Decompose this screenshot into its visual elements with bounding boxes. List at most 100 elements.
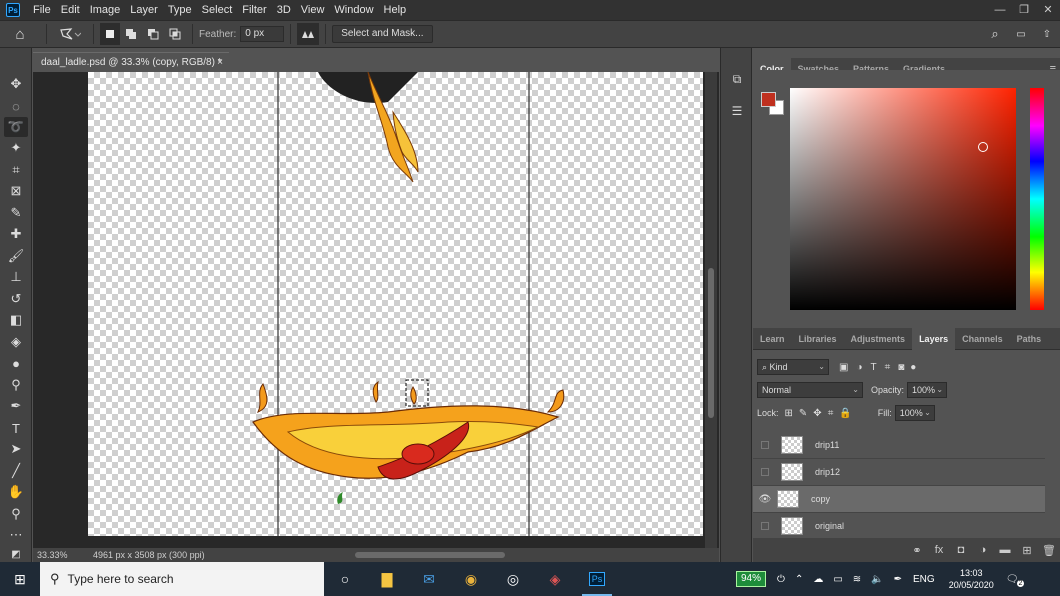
language-indicator[interactable]: ENG xyxy=(913,574,935,585)
line-tool-icon[interactable]: ╱ xyxy=(4,461,28,481)
chrome-icon[interactable]: ◉ xyxy=(450,562,492,596)
chevron-up-icon[interactable]: ⌃ xyxy=(795,574,803,585)
scroll-thumb[interactable] xyxy=(355,552,505,558)
workspace-icon[interactable]: ▭ xyxy=(1008,23,1034,45)
more-tools-icon[interactable]: ⋯ xyxy=(4,525,28,545)
windows-start-icon[interactable]: ⊞ xyxy=(0,562,40,596)
layer-row[interactable]: drip12 xyxy=(753,459,1045,486)
tab-paths[interactable]: Paths xyxy=(1010,328,1049,350)
taskbar-search[interactable]: ⚲ Type here to search xyxy=(40,562,324,596)
history-brush-tool-icon[interactable]: ↺ xyxy=(4,289,28,309)
menu-image[interactable]: Image xyxy=(85,0,126,20)
scroll-thumb[interactable] xyxy=(708,268,714,418)
vertical-scrollbar[interactable] xyxy=(705,72,717,548)
horizontal-scrollbar[interactable] xyxy=(240,550,704,560)
blur-tool-icon[interactable]: ● xyxy=(4,353,28,373)
layer-style-icon[interactable]: fx xyxy=(928,544,950,556)
smart-object-filter-icon[interactable]: ◙ xyxy=(898,362,904,373)
notifications-icon[interactable]: 🗨 2 xyxy=(1006,574,1025,587)
add-selection-icon[interactable] xyxy=(120,23,142,45)
new-selection-icon[interactable] xyxy=(100,23,120,45)
file-explorer-icon[interactable]: ▇ xyxy=(366,562,408,596)
close-icon[interactable]: ✕ xyxy=(1036,0,1060,20)
magic-wand-tool-icon[interactable]: ✦ xyxy=(4,138,28,158)
wifi-icon[interactable]: ≋ xyxy=(853,574,861,585)
home-icon[interactable]: ⌂ xyxy=(0,23,40,45)
menu-filter[interactable]: Filter xyxy=(237,0,271,20)
healing-brush-tool-icon[interactable]: ✚ xyxy=(4,224,28,244)
eyedropper-tool-icon[interactable]: ✎ xyxy=(4,203,28,223)
move-tool-icon[interactable]: ✥ xyxy=(4,74,28,94)
menu-select[interactable]: Select xyxy=(197,0,238,20)
lock-position-icon[interactable]: ✥ xyxy=(813,408,821,419)
eye-icon[interactable]: 👁 xyxy=(753,494,777,505)
tab-adjustments[interactable]: Adjustments xyxy=(844,328,913,350)
menu-help[interactable]: Help xyxy=(379,0,412,20)
visibility-toggle[interactable] xyxy=(761,468,769,476)
blend-mode-dropdown[interactable]: Normal ⌄ xyxy=(757,382,863,398)
task-view-icon[interactable]: ○ xyxy=(324,562,366,596)
layer-row[interactable]: original xyxy=(753,513,1045,540)
shape-filter-icon[interactable]: ⌗ xyxy=(885,362,891,373)
share-icon[interactable]: ⇧ xyxy=(1034,23,1060,45)
power-icon[interactable]: ⏻ xyxy=(777,574,785,585)
paint-bucket-tool-icon[interactable]: ◈ xyxy=(4,332,28,352)
menu-layer[interactable]: Layer xyxy=(125,0,163,20)
layer-row[interactable]: drip11 xyxy=(753,432,1045,459)
game-app-icon[interactable]: ◈ xyxy=(534,562,576,596)
type-filter-icon[interactable]: T xyxy=(871,362,877,373)
feather-input[interactable]: 0 px xyxy=(240,26,285,42)
restore-icon[interactable]: ❐ xyxy=(1012,0,1036,20)
menu-3d[interactable]: 3D xyxy=(272,0,296,20)
layer-name[interactable]: copy xyxy=(811,494,830,504)
eraser-tool-icon[interactable]: ◧ xyxy=(4,310,28,330)
path-selection-tool-icon[interactable]: ➤ xyxy=(4,439,28,459)
mail-icon[interactable]: ✉ xyxy=(408,562,450,596)
document-canvas[interactable] xyxy=(88,72,703,536)
new-layer-icon[interactable]: ⊞ xyxy=(1016,544,1038,557)
properties-panel-icon[interactable]: ☰ xyxy=(725,100,749,122)
document-tab[interactable]: daal_ladle.psd @ 33.3% (copy, RGB/8) * × xyxy=(33,52,229,71)
filter-toggle-icon[interactable]: ● xyxy=(910,362,916,373)
opacity-input[interactable]: 100% ⌄ xyxy=(907,382,948,398)
anti-alias-icon[interactable] xyxy=(297,23,320,45)
menu-type[interactable]: Type xyxy=(163,0,197,20)
brush-tool-icon[interactable]: 🖌 xyxy=(4,246,28,266)
clone-stamp-tool-icon[interactable]: ⊥ xyxy=(4,267,28,287)
tab-layers[interactable]: Layers xyxy=(912,327,956,350)
fill-input[interactable]: 100% ⌄ xyxy=(894,405,935,421)
select-and-mask-button[interactable]: Select and Mask... xyxy=(332,25,433,43)
cloud-icon[interactable]: ☁ xyxy=(813,574,823,585)
crop-tool-icon[interactable]: ⌗ xyxy=(4,160,28,180)
battery-indicator[interactable]: 94% xyxy=(736,571,767,587)
lock-transparency-icon[interactable]: ⊞ xyxy=(785,408,793,419)
dodge-tool-icon[interactable]: ⚲ xyxy=(4,375,28,395)
lock-all-icon[interactable]: 🔒 xyxy=(839,408,851,419)
layer-row[interactable]: 👁 copy xyxy=(753,486,1045,513)
menu-window[interactable]: Window xyxy=(329,0,378,20)
photoshop-logo-icon[interactable]: Ps xyxy=(6,3,20,17)
lock-artboard-icon[interactable]: ⌗ xyxy=(828,408,834,419)
search-icon[interactable]: ⌕ xyxy=(982,23,1008,45)
lasso-tool-icon[interactable]: ➰ xyxy=(4,117,28,137)
image-filter-icon[interactable]: ▣ xyxy=(839,362,848,373)
history-panel-icon[interactable]: ⧉ xyxy=(725,68,749,90)
tab-channels[interactable]: Channels xyxy=(955,328,1010,350)
minimize-icon[interactable]: — xyxy=(988,0,1012,20)
layer-name[interactable]: original xyxy=(815,521,844,531)
media-app-icon[interactable]: ◎ xyxy=(492,562,534,596)
color-swatches-icon[interactable]: ◩ xyxy=(4,544,28,564)
menu-view[interactable]: View xyxy=(296,0,330,20)
menu-edit[interactable]: Edit xyxy=(56,0,85,20)
menu-file[interactable]: File xyxy=(28,0,56,20)
zoom-tool-icon[interactable]: ⚲ xyxy=(4,504,28,524)
frame-tool-icon[interactable]: ⊠ xyxy=(4,181,28,201)
visibility-toggle[interactable] xyxy=(761,522,769,530)
color-field[interactable] xyxy=(790,88,1016,310)
color-picker-cursor[interactable] xyxy=(978,142,988,152)
volume-icon[interactable]: 🔈 xyxy=(871,574,883,585)
battery-icon[interactable]: ▭ xyxy=(833,574,842,585)
adjustment-filter-icon[interactable]: ◑ xyxy=(856,362,862,373)
new-group-icon[interactable]: ▬ xyxy=(994,544,1016,556)
layer-name[interactable]: drip12 xyxy=(815,467,840,477)
